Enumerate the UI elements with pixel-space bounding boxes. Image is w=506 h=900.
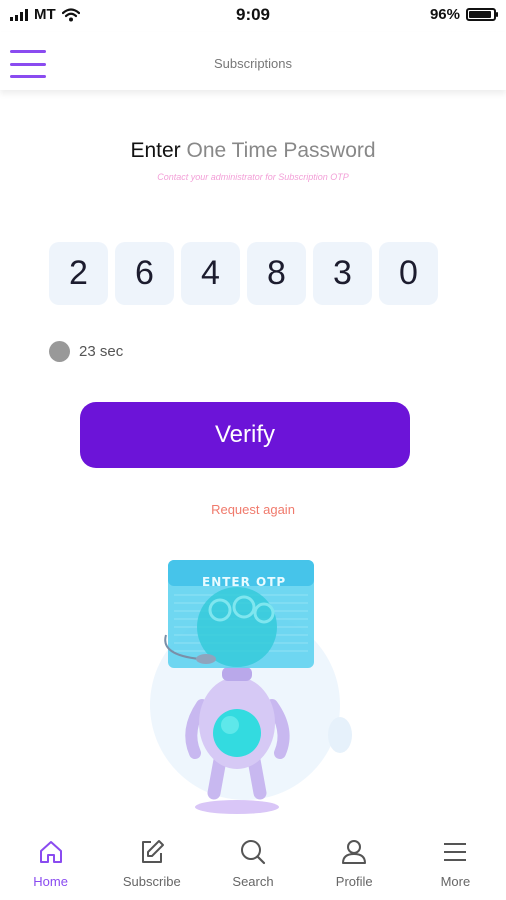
nav-label-home: Home (33, 874, 68, 889)
nav-item-search[interactable]: Search (202, 838, 303, 900)
home-icon (39, 841, 62, 863)
otp-digit-3[interactable]: 4 (181, 242, 240, 305)
countdown-timer: 23 sec (49, 341, 123, 362)
nav-item-home[interactable]: Home (0, 838, 101, 900)
otp-digit-4[interactable]: 8 (247, 242, 306, 305)
otp-digit-1[interactable]: 2 (49, 242, 108, 305)
illustration-sign-text: ENTER OTP (202, 575, 287, 589)
status-right: 96% (429, 6, 498, 23)
nav-label-subscribe: Subscribe (122, 874, 181, 889)
nav-label-search: Search (232, 874, 274, 889)
heading-strong: Enter (130, 139, 181, 162)
timer-text: 23 sec (79, 343, 124, 360)
battery-icon (466, 8, 498, 21)
otp-digit-6[interactable]: 0 (379, 242, 438, 305)
heading-light: One Time Password (186, 139, 376, 162)
nav-item-subscribe[interactable]: Subscribe (101, 838, 202, 900)
timer-dot-icon (49, 341, 70, 362)
nav-item-profile[interactable]: Profile (304, 838, 405, 900)
bottom-navigation: Home Subscribe Search Profile More (0, 838, 506, 900)
otp-input-group: 2 6 4 8 3 0 (49, 242, 438, 305)
status-bar: MT 9:09 96% (0, 0, 506, 32)
request-again-link[interactable]: Request again (0, 502, 506, 517)
edit-icon (141, 840, 164, 863)
otp-digit-5[interactable]: 3 (313, 242, 372, 305)
otp-subheading: Contact your administrator for Subscript… (157, 172, 349, 182)
nav-item-more[interactable]: More (405, 838, 506, 900)
battery-percent: 96% (429, 6, 460, 23)
nav-label-profile: Profile (335, 874, 373, 889)
user-icon (342, 840, 367, 864)
nav-label-more: More (440, 874, 471, 889)
page-title: Subscriptions (213, 56, 293, 71)
robot-graphic (150, 560, 352, 814)
robot-illustration: ENTER OTP (140, 555, 370, 820)
app-header: Subscriptions (0, 32, 506, 90)
menu-icon (444, 843, 467, 861)
otp-digit-2[interactable]: 6 (115, 242, 174, 305)
otp-heading: Enter One Time Password (0, 139, 506, 163)
search-icon (241, 840, 266, 865)
verify-button[interactable]: Verify (80, 402, 410, 468)
